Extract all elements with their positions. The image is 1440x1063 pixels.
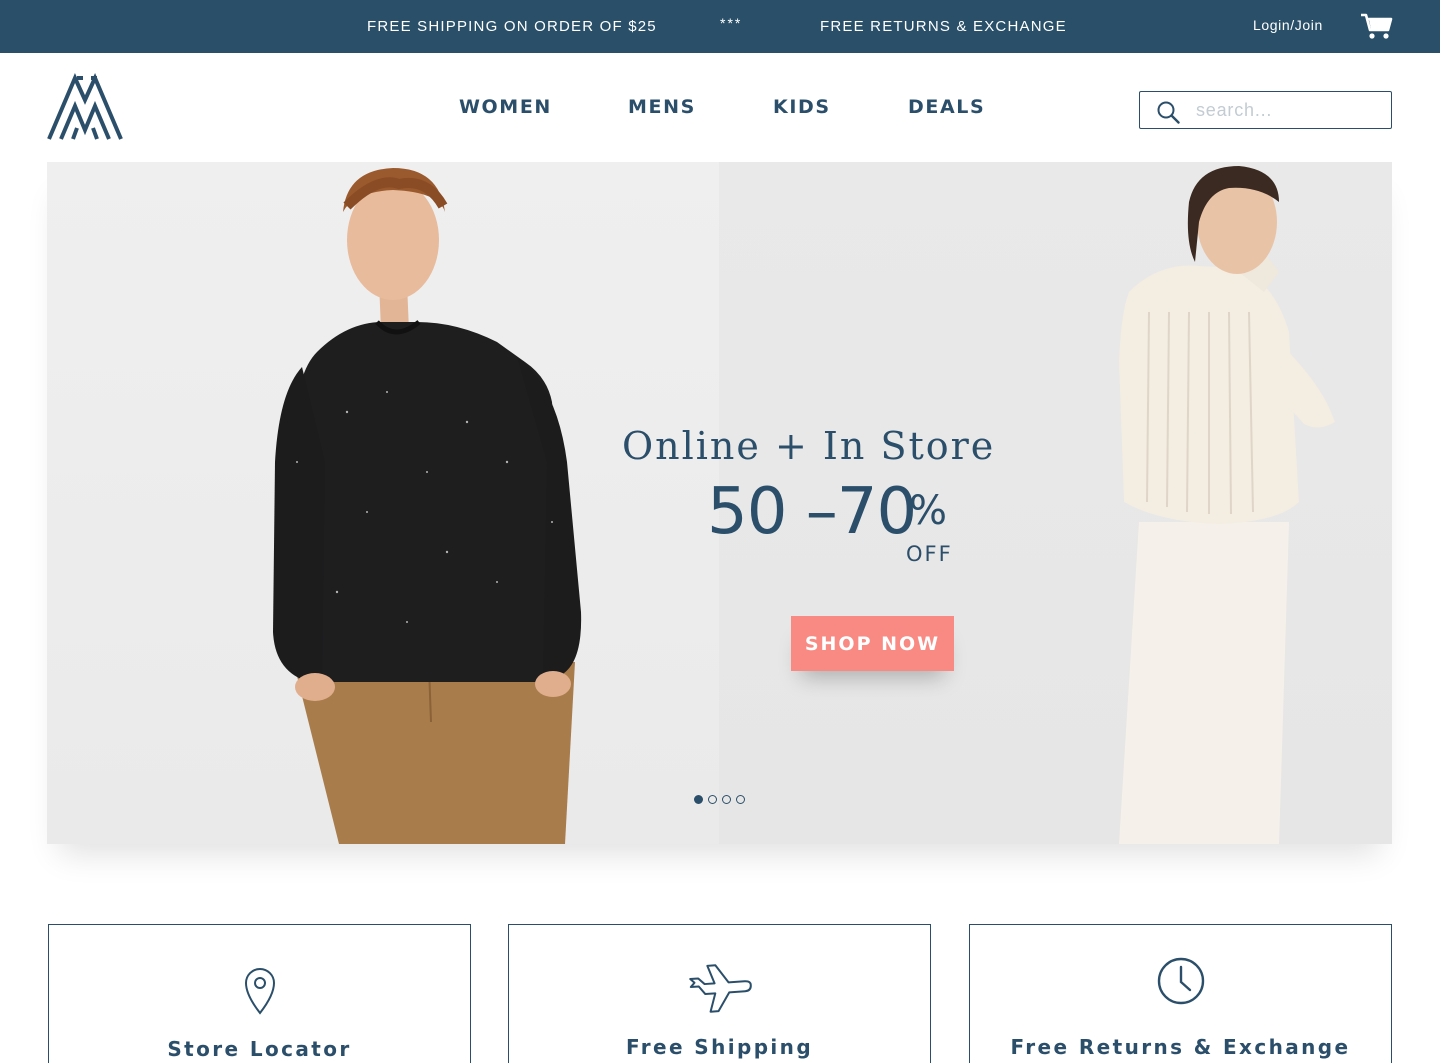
location-pin-icon (242, 965, 278, 1020)
nav-deals[interactable]: DEALS (908, 96, 985, 118)
shop-now-button[interactable]: SHOP NOW (791, 616, 954, 671)
hero-banner: Online + In Store 50 –70 % OFF SHOP NOW (47, 162, 1392, 844)
carousel-dot-3[interactable] (722, 795, 731, 804)
search-input[interactable] (1196, 98, 1381, 122)
promo-separator: *** (720, 15, 743, 31)
nav-kids[interactable]: KIDS (773, 96, 831, 118)
free-shipping-label: Free Shipping (625, 1035, 814, 1059)
carousel-dot-2[interactable] (708, 795, 717, 804)
hero-percent: % (909, 488, 948, 534)
announcement-bar: FREE SHIPPING ON ORDER OF $25 *** FREE R… (0, 0, 1440, 53)
free-returns-label: Free Returns & Exchange (1010, 1035, 1351, 1059)
nav-women[interactable]: WOMEN (459, 96, 552, 118)
search-icon[interactable] (1156, 100, 1180, 124)
login-join-link[interactable]: Login/Join (1253, 17, 1323, 33)
hero-headline: Online + In Store (622, 424, 996, 468)
store-locator-label: Store Locator (167, 1037, 352, 1061)
brand-logo[interactable] (47, 72, 123, 142)
free-shipping-promo: FREE SHIPPING ON ORDER OF $25 (367, 18, 657, 35)
free-shipping-card[interactable]: Free Shipping (508, 924, 931, 1063)
search-box (1139, 91, 1392, 129)
free-returns-promo: FREE RETURNS & EXCHANGE (820, 18, 1067, 35)
carousel-dot-1[interactable] (694, 795, 703, 804)
clock-icon (1157, 957, 1205, 1010)
cart-icon[interactable] (1360, 12, 1394, 40)
store-locator-card[interactable]: Store Locator (48, 924, 471, 1063)
airplane-icon (687, 949, 753, 1020)
nav-mens[interactable]: MENS (628, 96, 696, 118)
hero-off-label: OFF (906, 542, 953, 566)
carousel-dot-4[interactable] (736, 795, 745, 804)
hero-discount: 50 –70 (707, 475, 917, 549)
free-returns-card[interactable]: Free Returns & Exchange (969, 924, 1392, 1063)
male-model-image (273, 168, 582, 844)
